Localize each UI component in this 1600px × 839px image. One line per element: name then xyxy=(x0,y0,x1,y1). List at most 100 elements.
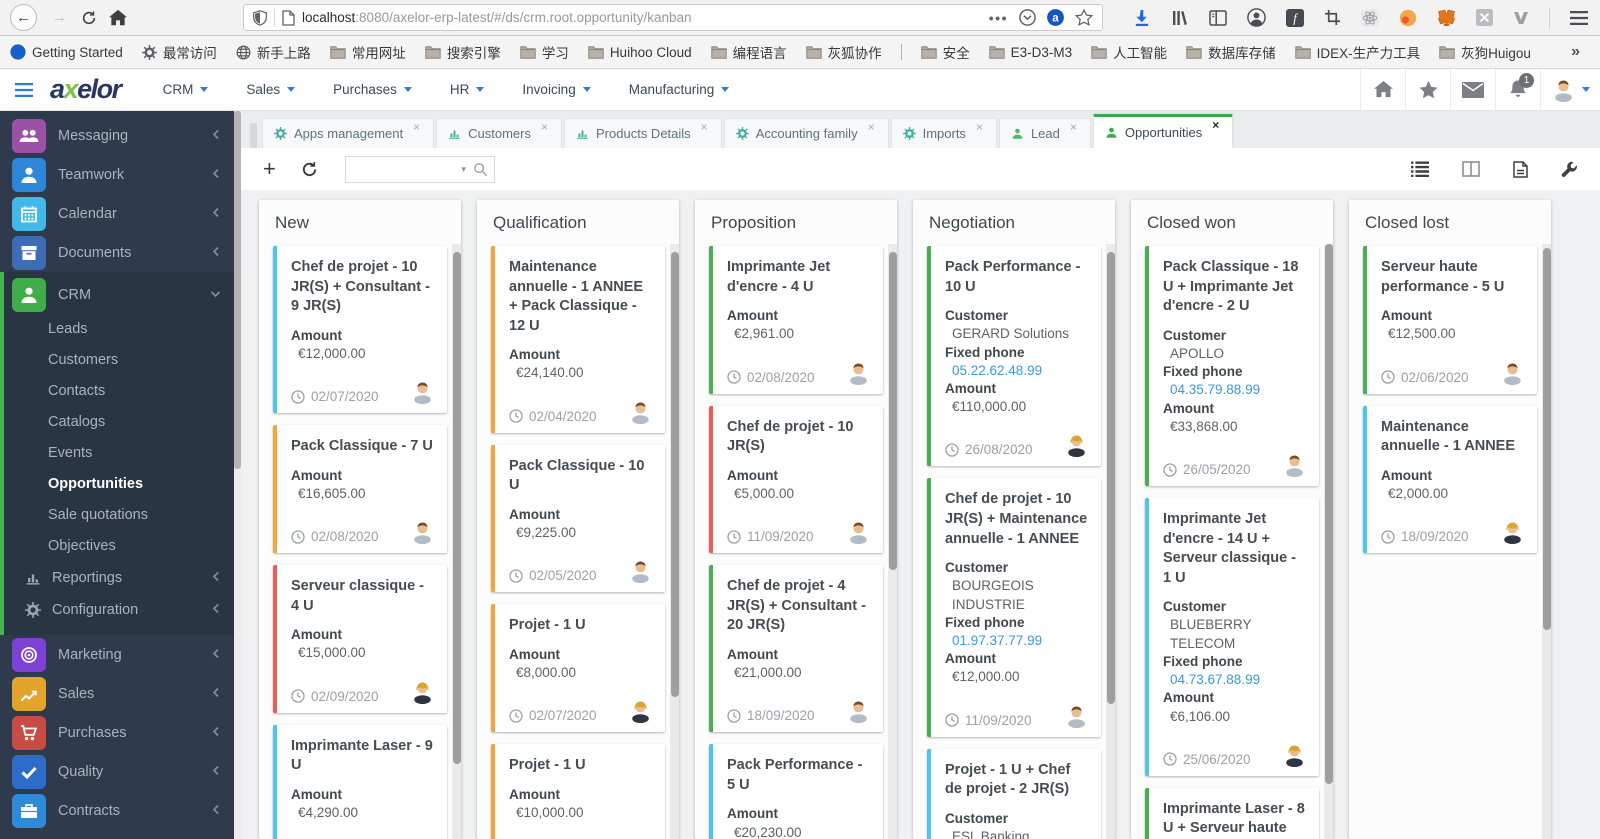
sidebar-item-contacts[interactable]: Contacts xyxy=(4,376,241,407)
page-actions-icon[interactable]: ••• xyxy=(989,10,1008,26)
search-icon[interactable] xyxy=(473,162,488,177)
scrollbar-thumb[interactable] xyxy=(1542,248,1551,630)
sidebar-item-opportunities[interactable]: Opportunities xyxy=(4,469,241,500)
bookmark-[interactable]: 人工智能 xyxy=(1091,42,1167,62)
flash-plugin-icon[interactable]: f xyxy=(1286,8,1304,27)
bookmark-[interactable]: 数据库存储 xyxy=(1186,42,1276,62)
tab-close-icon[interactable]: × xyxy=(976,119,983,135)
kanban-view-icon[interactable] xyxy=(1462,161,1480,177)
devtools-addon-icon[interactable] xyxy=(1361,8,1379,27)
nav-menu-crm[interactable]: CRM xyxy=(163,82,209,97)
kanban-card[interactable]: Imprimante Jet d'encre - 14 U + Serveur … xyxy=(1145,498,1319,776)
scrollbar-thumb[interactable] xyxy=(888,252,897,570)
tab-imports[interactable]: Imports × xyxy=(890,118,997,148)
vimium-icon[interactable] xyxy=(1513,11,1529,25)
kanban-card[interactable]: Chef de projet - 10 JR(S) + Maintenance … xyxy=(927,478,1101,737)
kanban-card[interactable]: Pack Classique - 7 U Amount €16,605.00 02/0… xyxy=(273,425,447,554)
sidebar-item-teamwork[interactable]: Teamwork xyxy=(0,155,241,194)
scrollbar-thumb[interactable] xyxy=(1324,244,1333,784)
kanban-card[interactable]: Pack Performance - 10 U Customer GERARD So… xyxy=(927,246,1101,467)
column-scrollbar[interactable] xyxy=(888,244,897,839)
sidebar-item-sales[interactable]: Sales xyxy=(0,674,241,713)
sidebar-toggle-icon[interactable] xyxy=(1209,9,1227,26)
app-menu-icon[interactable] xyxy=(15,82,33,97)
list-view-icon[interactable] xyxy=(1411,161,1429,177)
nav-menu-invoicing[interactable]: Invoicing xyxy=(522,82,591,97)
nav-menu-hr[interactable]: HR xyxy=(450,82,485,97)
reload-button[interactable] xyxy=(81,10,97,26)
sidebar-item-documents[interactable]: Documents xyxy=(0,233,241,272)
scrollbar-thumb[interactable] xyxy=(670,252,679,697)
browser-home-button[interactable] xyxy=(109,9,127,27)
add-record-button[interactable]: + xyxy=(263,158,276,180)
nav-menu-purchases[interactable]: Purchases xyxy=(333,82,412,97)
bookmark-[interactable]: 安全 xyxy=(920,42,970,62)
library-icon[interactable] xyxy=(1171,9,1189,27)
tab-scroll-nub[interactable] xyxy=(250,123,257,148)
sidebar-scrollbar[interactable] xyxy=(234,111,241,839)
search-input[interactable] xyxy=(351,161,455,177)
messages-button[interactable] xyxy=(1450,68,1495,111)
card-field-value-phone-link[interactable]: 04.35.79.88.99 xyxy=(1163,381,1307,399)
tab-lead[interactable]: Lead × xyxy=(998,118,1091,148)
scrollbar-thumb[interactable] xyxy=(452,252,461,764)
axelor-logo[interactable]: axelor xyxy=(50,74,122,105)
sidebar-item-configuration[interactable]: Configuration xyxy=(4,594,241,626)
bookmarks-overflow-icon[interactable]: » xyxy=(1571,43,1590,61)
search-caret-icon[interactable]: ▾ xyxy=(461,164,466,175)
bookmark-star-icon[interactable] xyxy=(1075,9,1093,26)
sidebar-item-customers[interactable]: Customers xyxy=(4,345,241,376)
bookmark-[interactable]: 编程语言 xyxy=(710,42,787,62)
kanban-card[interactable]: Pack Performance - 5 UAmount€20,230.0018… xyxy=(709,744,883,839)
screenshot-icon[interactable] xyxy=(1324,9,1341,26)
bookmark-[interactable]: 最常访问 xyxy=(141,42,217,62)
search-box[interactable]: ▾ xyxy=(344,155,495,183)
tab-close-icon[interactable]: × xyxy=(413,119,420,135)
metamask-icon[interactable] xyxy=(1437,9,1456,27)
kanban-card[interactable]: Pack Classique - 18 U + Imprimante Jet d… xyxy=(1145,246,1319,486)
tab-opportunities[interactable]: Opportunities × xyxy=(1092,114,1234,148)
addon-disabled-icon[interactable] xyxy=(1476,9,1493,26)
url-bar[interactable]: localhost:8080/axelor-erp-latest/#/ds/cr… xyxy=(243,4,1103,31)
bookmark-[interactable]: 常用网址 xyxy=(330,42,406,62)
account-icon[interactable] xyxy=(1247,8,1266,27)
tab-close-icon[interactable]: × xyxy=(541,119,548,135)
column-scrollbar[interactable] xyxy=(1542,244,1551,839)
kanban-card[interactable]: Serveur haute performance - 5 U Amount €12… xyxy=(1363,246,1537,394)
forward-button[interactable]: → xyxy=(49,9,69,27)
kanban-card[interactable]: Projet - 1 UAmount€10,000.0002/08/2020 xyxy=(491,744,665,839)
bookmark-[interactable]: 灰狐协作 xyxy=(805,42,882,62)
column-scrollbar[interactable] xyxy=(1324,244,1333,839)
nav-menu-sales[interactable]: Sales xyxy=(246,82,296,97)
addon-orange-icon[interactable] xyxy=(1399,9,1417,27)
site-favicon[interactable]: a xyxy=(1047,9,1064,26)
card-field-value-phone-link[interactable]: 04.73.67.88.99 xyxy=(1163,671,1307,689)
column-scrollbar[interactable] xyxy=(452,244,461,839)
sidebar-item-messaging[interactable]: Messaging xyxy=(0,116,241,155)
column-scrollbar[interactable] xyxy=(670,244,679,839)
sidebar-item-leads[interactable]: Leads xyxy=(4,314,241,345)
kanban-card[interactable]: Maintenance annuelle - 1 ANNEE + Pack Cl… xyxy=(491,246,665,433)
bookmark-[interactable]: 学习 xyxy=(520,42,569,62)
tab-customers[interactable]: Customers × xyxy=(436,118,563,148)
sidebar-item-marketing[interactable]: Marketing xyxy=(0,635,241,674)
tab-close-icon[interactable]: × xyxy=(1070,119,1077,135)
bookmark-[interactable]: 新手上路 xyxy=(236,42,311,62)
page-icon[interactable] xyxy=(282,9,295,26)
sidebar-item-contracts[interactable]: Contracts xyxy=(0,791,241,830)
kanban-card[interactable]: Chef de projet - 10 JR(S) + Consultant -… xyxy=(273,246,447,414)
sidebar-item-quality[interactable]: Quality xyxy=(0,752,241,791)
download-icon[interactable] xyxy=(1133,9,1151,27)
sidebar-item-events[interactable]: Events xyxy=(4,438,241,469)
scrollbar-thumb[interactable] xyxy=(234,111,241,469)
notifications-button[interactable]: 1 xyxy=(1495,68,1540,111)
shield-icon[interactable] xyxy=(253,9,267,26)
pocket-icon[interactable] xyxy=(1019,9,1036,26)
bookmark-huigou[interactable]: 灰狗Huigou xyxy=(1439,42,1531,62)
bookmark-[interactable]: 搜索引擎 xyxy=(425,42,501,62)
sidebar-item-objectives[interactable]: Objectives xyxy=(4,531,241,562)
bookmark-e3-d3-m3[interactable]: E3-D3-M3 xyxy=(988,45,1072,60)
kanban-card[interactable]: Projet - 1 U Amount €8,000.00 02/07/2020 xyxy=(491,604,665,733)
sidebar-item-catalogs[interactable]: Catalogs xyxy=(4,407,241,438)
card-field-value-phone-link[interactable]: 01.97.37.77.99 xyxy=(945,632,1089,650)
